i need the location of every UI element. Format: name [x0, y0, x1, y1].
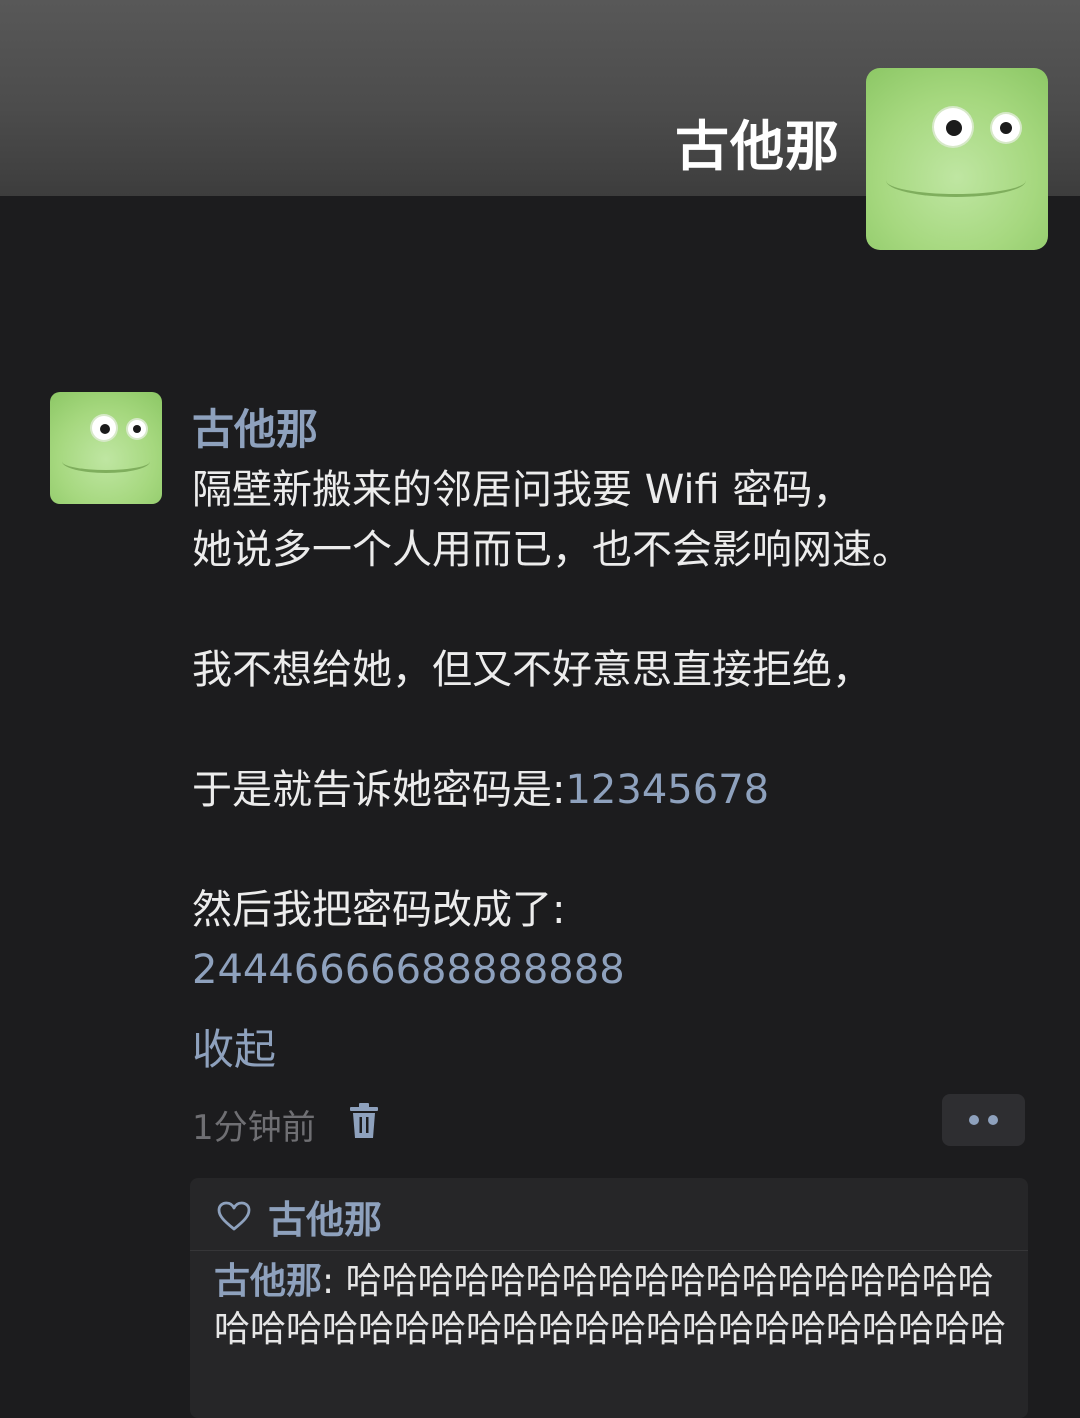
- post-line: 她说多一个人用而已，也不会影响网速。: [192, 527, 912, 573]
- collapse-button[interactable]: 收起: [192, 1016, 276, 1077]
- post-timestamp: 1分钟前: [192, 1108, 316, 1148]
- post-line-text: 于是就告诉她密码是:: [192, 767, 566, 813]
- likes-comments-panel: 古他那 古他那: 哈哈哈哈哈哈哈哈哈哈哈哈哈哈哈哈哈哈哈哈哈哈哈哈哈哈哈哈哈哈哈…: [190, 1178, 1028, 1418]
- more-dots-icon: [969, 1115, 979, 1125]
- more-dots-icon: [988, 1115, 998, 1125]
- phone-number-link[interactable]: 12345678: [565, 767, 769, 813]
- comment-author[interactable]: 古他那: [214, 1261, 322, 1302]
- post-author-avatar[interactable]: [50, 392, 162, 504]
- profile-avatar[interactable]: [866, 68, 1048, 250]
- post-author-name[interactable]: 古他那: [192, 396, 318, 457]
- likes-row: 古他那: [216, 1194, 382, 1242]
- cover-username: 古他那: [675, 115, 840, 178]
- heart-icon: [217, 1201, 251, 1231]
- post-line: 然后我把密码改成了:: [192, 887, 566, 933]
- post-line: 隔壁新搬来的邻居问我要 Wifi 密码，: [192, 467, 853, 513]
- post-text: 隔壁新搬来的邻居问我要 Wifi 密码， 她说多一个人用而已，也不会影响网速。 …: [192, 460, 1032, 1000]
- phone-number-link[interactable]: 24446666688888888: [192, 940, 1032, 1000]
- liker-name[interactable]: 古他那: [268, 1189, 382, 1244]
- divider: [190, 1250, 1028, 1251]
- comment-separator: :: [322, 1261, 346, 1302]
- trash-icon[interactable]: [348, 1102, 380, 1140]
- comment-item[interactable]: 古他那: 哈哈哈哈哈哈哈哈哈哈哈哈哈哈哈哈哈哈哈哈哈哈哈哈哈哈哈哈哈哈哈哈哈哈哈…: [214, 1258, 1014, 1354]
- post-line: 我不想给她，但又不好意思直接拒绝，: [192, 647, 872, 693]
- more-options-button[interactable]: [942, 1094, 1025, 1146]
- post-line: 于是就告诉她密码是:12345678: [192, 760, 1032, 820]
